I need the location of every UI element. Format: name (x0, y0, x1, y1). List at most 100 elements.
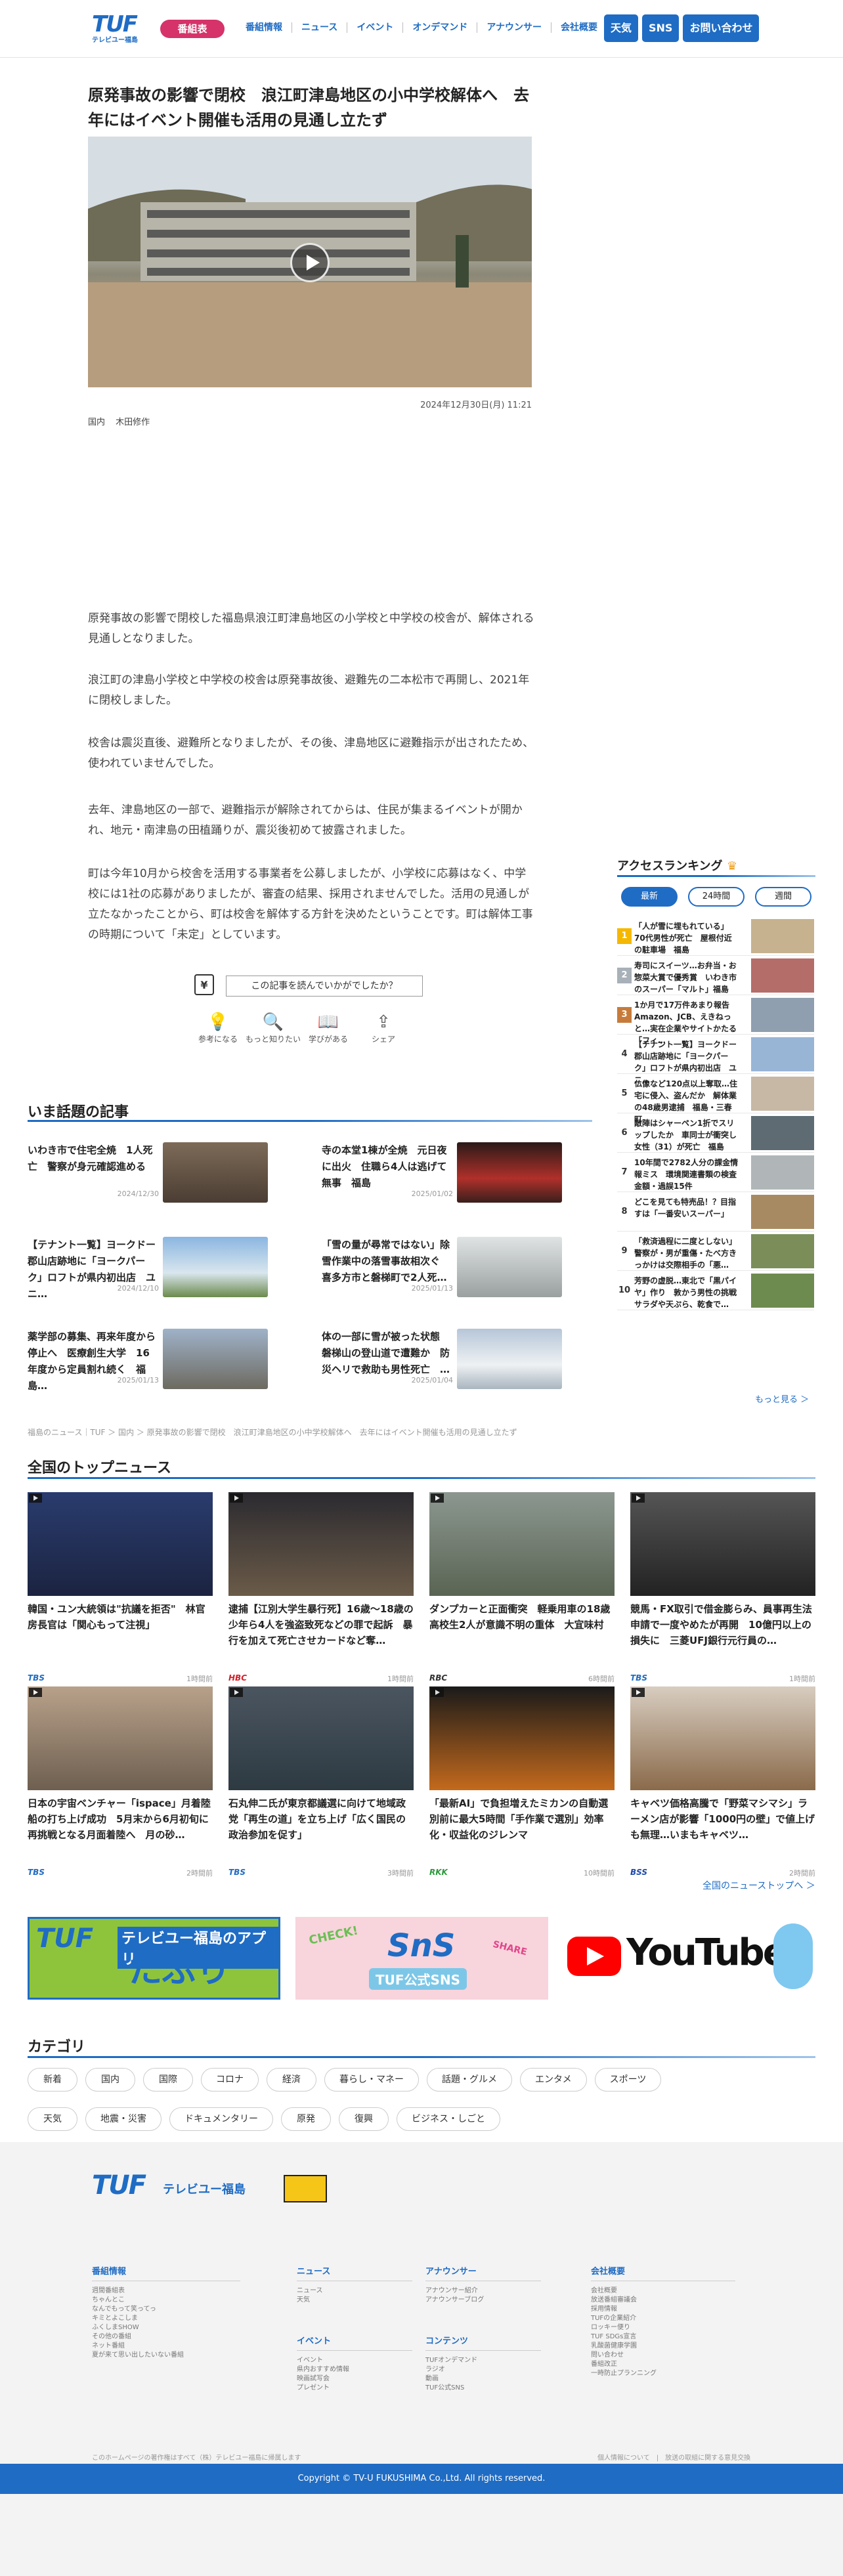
nav-events[interactable]: イベント (347, 22, 402, 33)
category-chip[interactable]: コロナ (201, 2068, 259, 2092)
footer-link[interactable]: 県内おすすめ情報 (297, 2365, 412, 2374)
article-video[interactable] (88, 137, 532, 387)
national-news-item[interactable]: キャベツ価格高騰で「野菜マシマシ」ラーメン店が影響「1000円の壁」で値上げも無… (630, 1686, 815, 1878)
category-chip[interactable]: ドキュメンタリー (169, 2107, 273, 2131)
category-chip[interactable]: エンタメ (520, 2068, 587, 2092)
footer-link[interactable]: キミとよこしま (92, 2314, 240, 2323)
contact-button[interactable]: お問い合わせ (683, 14, 760, 42)
footer-link[interactable]: ちゃんとこ (92, 2296, 240, 2305)
category-chip[interactable]: 話題・グルメ (427, 2068, 512, 2092)
category-chip[interactable]: 地震・災害 (85, 2107, 162, 2131)
nav-news[interactable]: ニュース (292, 22, 347, 33)
reaction-useful-button[interactable]: 💡 参考になる (190, 1011, 246, 1044)
play-icon[interactable] (290, 243, 330, 282)
category-chip[interactable]: 天気 (28, 2107, 77, 2131)
tab-latest[interactable]: 最新 (621, 887, 678, 907)
category-chip[interactable]: 暮らし・マネー (324, 2068, 419, 2092)
footer-link[interactable]: 乳酸菌健康学園 (591, 2342, 735, 2351)
category-chip[interactable]: 国際 (143, 2068, 193, 2092)
ranking-item[interactable]: 8 どこを見ても特売品！？目指すは「一番安いスーパー」 (617, 1192, 814, 1232)
footer-link[interactable]: ロッキー便り (591, 2323, 735, 2332)
site-logo[interactable]: TUF テレビユー福島 (92, 13, 147, 45)
footer-link[interactable]: 放送番組審議会 (591, 2296, 735, 2305)
national-more-link[interactable]: 全国のニューストップへ ＞ (702, 1879, 815, 1892)
footer-column-title[interactable]: ニュース (297, 2264, 412, 2281)
footer-link[interactable]: 天気 (297, 2296, 412, 2305)
sns-banner[interactable]: CHECK! SnS TUF公式SNS SHARE (295, 1917, 548, 2000)
hot-article[interactable]: いわき市で住宅全焼 1人死亡 警察が身元確認進める 2024/12/30 (28, 1142, 268, 1208)
ranking-more-link[interactable]: もっと見る ＞ (755, 1392, 809, 1405)
footer-logo[interactable]: TUF (92, 2172, 146, 2199)
category-chip[interactable]: 復興 (339, 2107, 389, 2131)
ranking-item[interactable]: 9 「救済過程に二度としない」警察が・男が重傷・たべ方きっかけは交際相手の「悪… (617, 1232, 814, 1271)
tab-weekly[interactable]: 週間 (755, 887, 811, 907)
footer-link[interactable]: 映画試写会 (297, 2374, 412, 2384)
footer-link[interactable]: アナウンサーブログ (425, 2296, 541, 2305)
ranking-item[interactable]: 3 1か月で17万件あまり報告 Amazon、JCB、えきねっと…実在企業やサイト… (617, 995, 814, 1045)
nav-announcers[interactable]: アナウンサー (477, 22, 551, 33)
footer-column-title[interactable]: イベント (297, 2334, 412, 2351)
national-news-item[interactable]: 石丸伸二氏が東京都議選に向けて地域政党「再生の道」を立ち上げ「広く国民の政治参加… (228, 1686, 414, 1878)
footer-link[interactable]: ニュース (297, 2286, 412, 2296)
footer-link[interactable]: 動画 (425, 2374, 541, 2384)
footer-link[interactable]: 採用情報 (591, 2305, 735, 2314)
app-banner[interactable]: TUF テレビユー福島のアプリ たぷり (28, 1917, 280, 2000)
footer-link[interactable]: ふくしまSHOW (92, 2323, 240, 2332)
footer-link[interactable]: なんでもって笑ってっ (92, 2305, 240, 2314)
category-chip[interactable]: 新着 (28, 2068, 77, 2092)
footer-link[interactable]: 一時防止プランニング (591, 2369, 735, 2378)
ranking-item[interactable]: 4 【テナント一覧】ヨークドー郡山店跡地に「ヨークパーク」ロフトが県内初出店 ユニ… (617, 1035, 814, 1084)
nav-programs[interactable]: 番組情報 (236, 22, 292, 33)
hot-article[interactable]: 薬学部の募集、再来年度から停止へ 医療創生大学 16年度から定員割れ続く 福島…… (28, 1329, 268, 1394)
footer-link[interactable]: 番組改正 (591, 2360, 735, 2369)
ranking-item[interactable]: 5 仏像など120点以上奪取…住宅に侵入、盗んだか 解体業の48歳男逮捕 福島・三… (617, 1074, 814, 1124)
footer-column-title[interactable]: アナウンサー (425, 2264, 541, 2281)
footer-link[interactable]: TUFオンデマンド (425, 2356, 541, 2365)
footer-link[interactable]: その他の番組 (92, 2332, 240, 2342)
national-news-item[interactable]: ダンプカーと正面衝突 軽乗用車の18歳高校生2人が意識不明の重体 大宜味村 RBC… (429, 1492, 615, 1683)
footer-column-title[interactable]: 会社概要 (591, 2264, 735, 2281)
footer-link[interactable]: TUFの企業紹介 (591, 2314, 735, 2323)
national-news-item[interactable]: 競馬・FX取引で借金膨らみ、員事再生法申請で一度やめたが再開 10億円以上の損失… (630, 1492, 815, 1683)
footer-link[interactable]: TUF公式SNS (425, 2384, 541, 2393)
hot-article[interactable]: 「雪の量が尋常ではない」除雪作業中の落雪事故相次ぐ 喜多方市と磐梯町で2人死… 2… (322, 1237, 562, 1302)
national-news-item[interactable]: 逮捕【江別大学生暴行死】16歳〜18歳の少年ら4人を強盗致死などの罪で起訴 暴行… (228, 1492, 414, 1683)
national-news-item[interactable]: 「最新AI」で負担増えたミカンの自動選別前に最大5時間「手作業で選別」効率化・収… (429, 1686, 615, 1878)
footer-link[interactable]: 夏が来て思い出したいない番組 (92, 2351, 240, 2360)
footer-column-title[interactable]: コンテンツ (425, 2334, 541, 2351)
national-news-item[interactable]: 韓国・ユン大統領は"抗議を拒否" 林官房長官は「関心もって注視」 TBS 1時間前 (28, 1492, 213, 1683)
sns-button[interactable]: SNS (642, 14, 680, 42)
footer-link[interactable]: プレゼント (297, 2384, 412, 2393)
footer-policy-links[interactable]: 個人情報について | 放送の取組に関する意見交換 (597, 2452, 750, 2462)
footer-column-title[interactable]: 番組情報 (92, 2264, 240, 2281)
hot-article[interactable]: 体の一部に雪が被った状態 磐梯山の登山道で遭難か 防災ヘリで救助も男性死亡 … 2… (322, 1329, 562, 1394)
category-chip[interactable]: 経済 (267, 2068, 316, 2092)
footer-link[interactable]: アナウンサー紹介 (425, 2286, 541, 2296)
footer-link[interactable]: 問い合わせ (591, 2351, 735, 2360)
program-guide-button[interactable]: 番組表 (160, 20, 225, 38)
footer-link[interactable]: 会社概要 (591, 2286, 735, 2296)
category-chip[interactable]: 国内 (85, 2068, 135, 2092)
weather-button[interactable]: 天気 (604, 14, 639, 42)
national-news-item[interactable]: 日本の宇宙ベンチャー「ispace」月着陸船の打ち上げ成功 5月末から6月初旬に… (28, 1686, 213, 1878)
tab-24h[interactable]: 24時間 (688, 887, 745, 907)
breadcrumb[interactable]: 福島のニュース｜TUF ＞ 国内 ＞ 原発事故の影響で閉校 浪江町津島地区の小中… (28, 1427, 517, 1438)
footer-link[interactable]: ラジオ (425, 2365, 541, 2374)
reaction-more-button[interactable]: 🔍 もっと知りたい (246, 1011, 301, 1044)
youtube-banner[interactable]: YouTube (563, 1917, 816, 2000)
footer-link[interactable]: ネット番組 (92, 2342, 240, 2351)
ranking-item[interactable]: 6 敵陣はシャーペン1折でスリップしたか 車同士が衝突し女性（31）が死亡 福島 (617, 1113, 814, 1153)
share-button[interactable]: ⇪ シェア (356, 1011, 411, 1044)
ranking-item[interactable]: 2 寿司にスイーツ…お弁当・お惣菜大賞で優秀賞 いわき市のスーパー「マルト」福島 (617, 956, 814, 995)
reaction-learn-button[interactable]: 📖 学びがある (301, 1011, 356, 1044)
footer-link[interactable]: TUF SDGs宣言 (591, 2332, 735, 2342)
nav-company[interactable]: 会社概要 (551, 22, 607, 33)
ranking-item[interactable]: 7 10年間で2782人分の課金情報ミス 環境関連書類の検査金額・過誤15件 (617, 1153, 814, 1192)
category-chip[interactable]: スポーツ (594, 2068, 662, 2092)
category-chip[interactable]: ビジネス・しごと (397, 2107, 500, 2131)
nav-ondemand[interactable]: オンデマンド (402, 22, 477, 33)
footer-link[interactable]: イベント (297, 2356, 412, 2365)
ranking-item[interactable]: 10 芳野の虚脱…東北で「黒パイヤ」作り 敦かう男性の挑戦 サラダや天ぷら、乾食で… (617, 1271, 814, 1310)
ranking-item[interactable]: 1 「人が雪に埋もれている」70代男性が死亡 屋根付近の駐車場 福島 (617, 916, 814, 956)
hot-article[interactable]: 寺の本堂1棟が全焼 元日夜に出火 住職ら4人は逃げて無事 福島 2025/01/0… (322, 1142, 562, 1208)
